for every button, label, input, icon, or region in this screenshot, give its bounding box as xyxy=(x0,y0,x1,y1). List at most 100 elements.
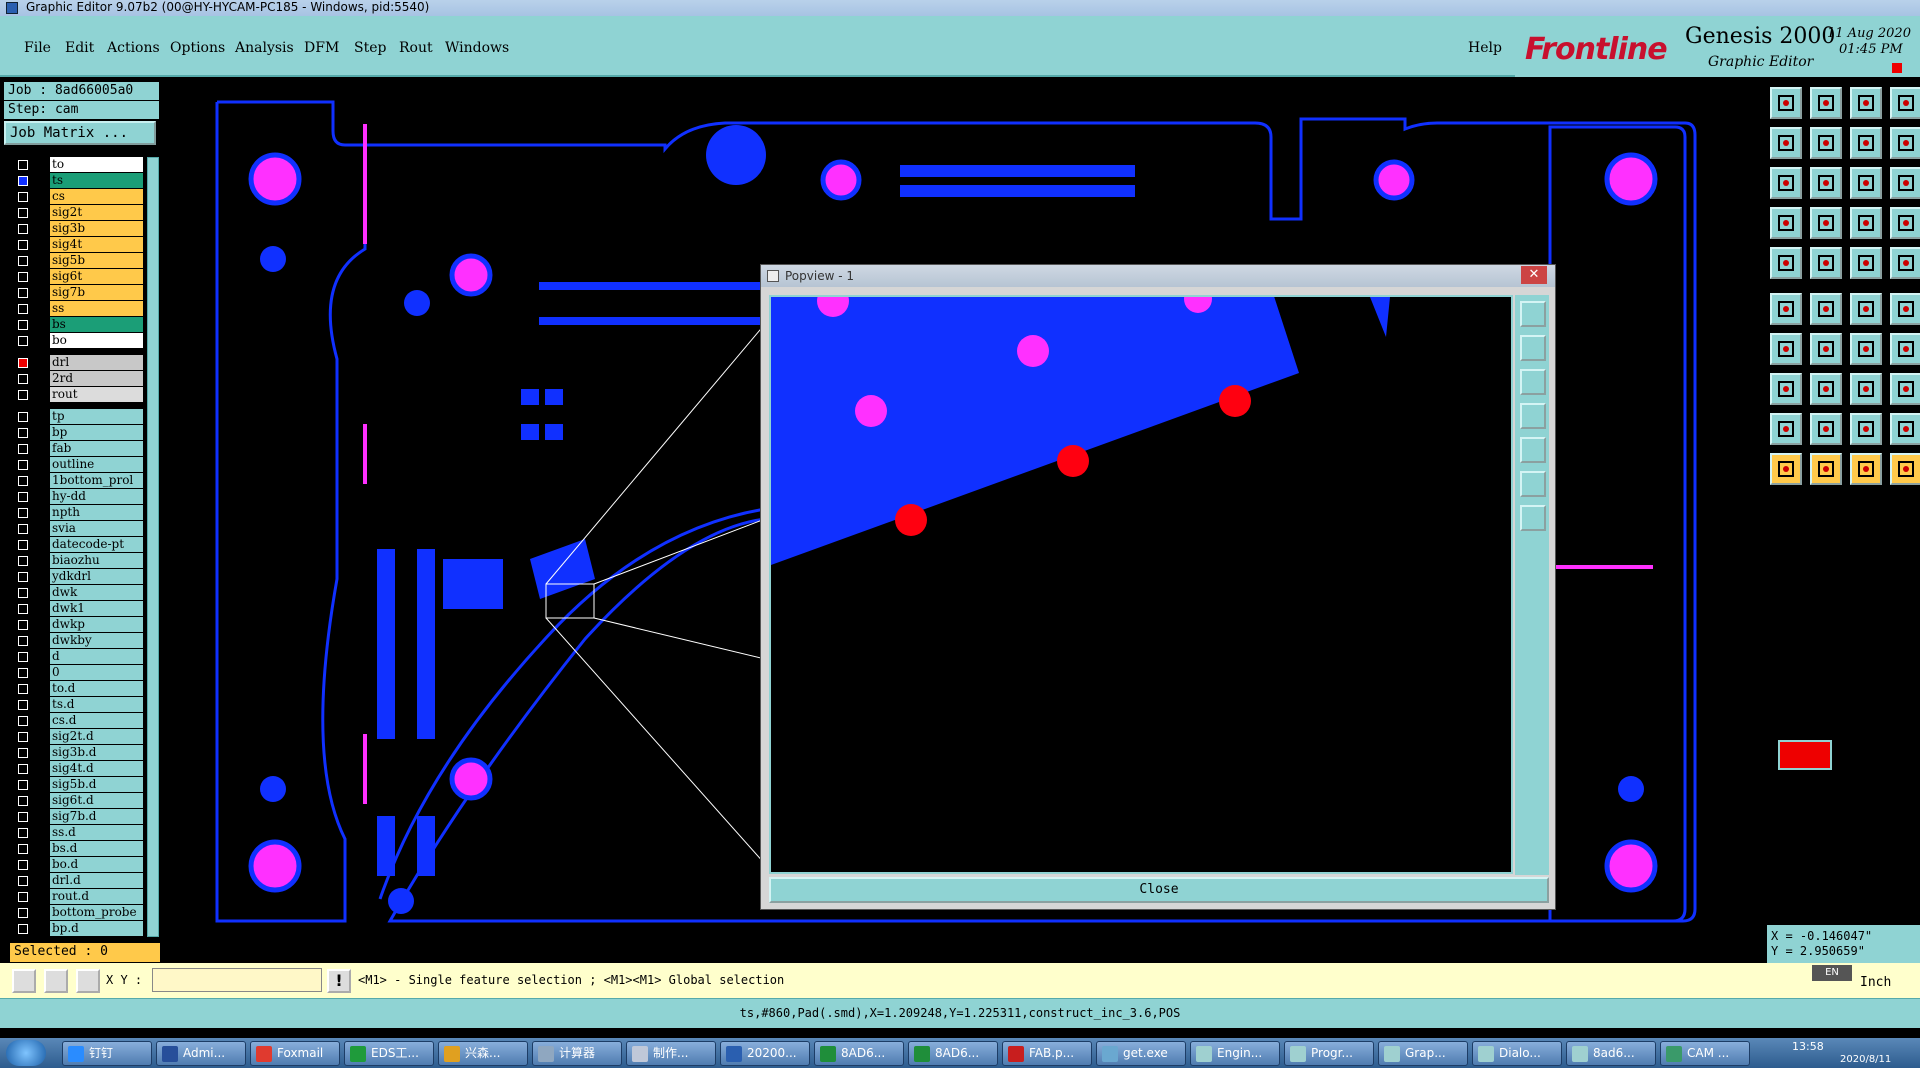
layer-row[interactable]: biaozhu xyxy=(12,553,152,569)
pointer-icon[interactable] xyxy=(1770,453,1802,485)
snap-icon[interactable] xyxy=(44,969,68,993)
layer-checkbox[interactable] xyxy=(18,390,28,400)
layer-name[interactable]: sig5b.d xyxy=(50,777,143,792)
menu-actions[interactable]: Actions xyxy=(107,40,160,56)
layer-name[interactable]: sig6t xyxy=(50,269,143,284)
taskbar-item[interactable]: 兴森... xyxy=(438,1041,528,1066)
measure-icon[interactable] xyxy=(12,969,36,993)
taskbar-item[interactable]: Foxmail xyxy=(250,1041,340,1066)
pan-icon[interactable] xyxy=(1770,167,1802,199)
layer-checkbox[interactable] xyxy=(18,492,28,502)
taskbar-item[interactable]: EDS工... xyxy=(344,1041,434,1066)
layer-name[interactable]: rout.d xyxy=(50,889,143,904)
polygon-icon[interactable] xyxy=(1770,413,1802,445)
layer-row[interactable]: sig7b xyxy=(12,285,152,301)
layer-row[interactable]: outline xyxy=(12,457,152,473)
menu-analysis[interactable]: Analysis xyxy=(235,40,294,56)
delete-icon[interactable] xyxy=(1810,293,1842,325)
layer-row[interactable]: cs xyxy=(12,189,152,205)
layer-checkbox[interactable] xyxy=(18,224,28,234)
surface-icon[interactable] xyxy=(1850,413,1882,445)
layer-row[interactable]: 0 xyxy=(12,665,152,681)
snap-icon[interactable] xyxy=(1770,207,1802,239)
layer-row[interactable]: svia xyxy=(12,521,152,537)
layer-checkbox[interactable] xyxy=(18,358,28,368)
popview-titlebar[interactable]: Popview - 1 ✕ xyxy=(761,265,1555,287)
layer-row[interactable]: bottom_probe xyxy=(12,905,152,921)
taskbar-item[interactable]: Dialo... xyxy=(1472,1041,1562,1066)
filter-icon[interactable] xyxy=(1890,373,1920,405)
select-icon[interactable] xyxy=(1770,247,1802,279)
measure-icon[interactable] xyxy=(1810,207,1842,239)
layer-name[interactable]: outline xyxy=(50,457,143,472)
layer-row[interactable]: rout.d xyxy=(12,889,152,905)
layer-row[interactable]: cs.d xyxy=(12,713,152,729)
layer-checkbox[interactable] xyxy=(18,700,28,710)
layer-checkbox[interactable] xyxy=(18,208,28,218)
layer-list-scrollbar[interactable] xyxy=(147,157,159,937)
layer-name[interactable]: svia xyxy=(50,521,143,536)
layer-checkbox[interactable] xyxy=(18,908,28,918)
popview-fit-icon[interactable] xyxy=(1520,471,1546,497)
zoom-in-icon[interactable] xyxy=(1770,127,1802,159)
layer-name[interactable]: cs xyxy=(50,189,143,204)
layer-row[interactable]: 2rd xyxy=(12,371,152,387)
layer-name[interactable]: rout xyxy=(50,387,143,402)
layer-name[interactable]: bottom_probe xyxy=(50,905,143,920)
popview-zoom-out-icon[interactable] xyxy=(1520,335,1546,361)
layer-row[interactable]: bs xyxy=(12,317,152,333)
layer-name[interactable]: sig7b.d xyxy=(50,809,143,824)
layer-checkbox[interactable] xyxy=(18,732,28,742)
layer-row[interactable]: sig5b xyxy=(12,253,152,269)
grid-icon[interactable] xyxy=(76,969,100,993)
job-matrix-button[interactable]: Job Matrix ... xyxy=(4,121,156,145)
layer-checkbox[interactable] xyxy=(18,540,28,550)
layer-checkbox[interactable] xyxy=(18,604,28,614)
layer-checkbox[interactable] xyxy=(18,256,28,266)
layer-checkbox[interactable] xyxy=(18,320,28,330)
layer-checkbox[interactable] xyxy=(18,924,28,934)
pointer-lasso-icon[interactable] xyxy=(1850,453,1882,485)
taskbar-item[interactable]: 20200... xyxy=(720,1041,810,1066)
layer-row[interactable]: bs.d xyxy=(12,841,152,857)
layer-name[interactable]: datecode-pt xyxy=(50,537,143,552)
taskbar-item[interactable]: 计算器 xyxy=(532,1041,622,1066)
taskbar-item[interactable]: Grap... xyxy=(1378,1041,1468,1066)
layer-name[interactable]: biaozhu xyxy=(50,553,143,568)
layer-checkbox[interactable] xyxy=(18,572,28,582)
layer-name[interactable]: ts.d xyxy=(50,697,143,712)
layer-row[interactable]: drl xyxy=(12,355,152,371)
text-icon[interactable] xyxy=(1890,333,1920,365)
layer-checkbox[interactable] xyxy=(18,636,28,646)
layer-name[interactable]: bs xyxy=(50,317,143,332)
curve-icon[interactable] xyxy=(1850,333,1882,365)
layer-checkbox[interactable] xyxy=(18,668,28,678)
taskbar-item[interactable]: 8AD6... xyxy=(908,1041,998,1066)
line-icon[interactable] xyxy=(1770,333,1802,365)
layer-checkbox[interactable] xyxy=(18,192,28,202)
box-icon[interactable] xyxy=(1810,247,1842,279)
layer-checkbox[interactable] xyxy=(18,620,28,630)
layer-row[interactable]: sig2t xyxy=(12,205,152,221)
layer-name[interactable]: cs.d xyxy=(50,713,143,728)
menu-windows[interactable]: Windows xyxy=(445,40,509,56)
layer-checkbox[interactable] xyxy=(18,556,28,566)
taskbar-item[interactable]: 制作... xyxy=(626,1041,716,1066)
layers-icon[interactable] xyxy=(1890,87,1920,119)
layer-name[interactable]: sig6t.d xyxy=(50,793,143,808)
layer-name[interactable]: sig4t xyxy=(50,237,143,252)
layer-row[interactable]: hy-dd xyxy=(12,489,152,505)
layer-checkbox[interactable] xyxy=(18,524,28,534)
layer-checkbox[interactable] xyxy=(18,444,28,454)
layer-name[interactable]: hy-dd xyxy=(50,489,143,504)
layer-name[interactable]: bp xyxy=(50,425,143,440)
layer-name[interactable]: sig2t xyxy=(50,205,143,220)
layer-checkbox[interactable] xyxy=(18,304,28,314)
taskbar-item[interactable]: Progr... xyxy=(1284,1041,1374,1066)
layer-checkbox[interactable] xyxy=(18,588,28,598)
zoom-out-icon[interactable] xyxy=(1810,127,1842,159)
popview-center-icon[interactable] xyxy=(1520,505,1546,531)
layer-name[interactable]: dwkp xyxy=(50,617,143,632)
layer-row[interactable]: sig3b.d xyxy=(12,745,152,761)
layer-row[interactable]: ydkdrl xyxy=(12,569,152,585)
